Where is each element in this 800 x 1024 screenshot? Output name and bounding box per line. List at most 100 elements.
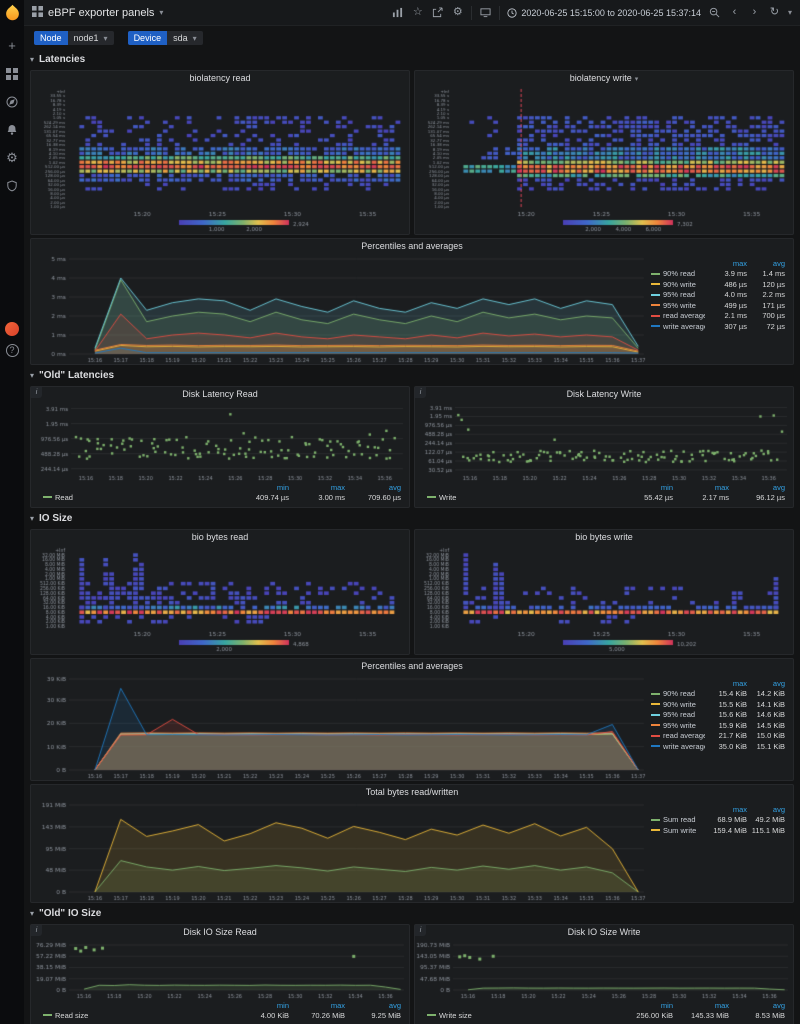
panel-title[interactable]: Disk Latency Write — [415, 387, 793, 402]
legend-item[interactable]: write average35.0 KiB15.1 KiB — [651, 741, 785, 752]
row-collapse-icon: ▾ — [30, 371, 34, 380]
explore-compass-icon[interactable] — [3, 94, 21, 112]
panel-bio-bytes-read: bio bytes read — [30, 529, 410, 655]
create-plus-icon[interactable]: + — [3, 38, 21, 56]
percentiles-latency-chart[interactable] — [31, 254, 649, 364]
server-admin-shield-icon[interactable] — [3, 178, 21, 196]
variable-node: Node node1▾ — [34, 31, 114, 45]
sidebar-bottom: ? — [0, 322, 24, 357]
panel-title[interactable]: Percentiles and averages — [31, 659, 793, 674]
bio-bytes-read-heatmap[interactable] — [31, 545, 409, 653]
legend-item[interactable]: 95% write499 µs171 µs — [651, 300, 785, 311]
help-icon[interactable]: ? — [6, 344, 19, 357]
panel-info-icon[interactable]: i — [415, 925, 426, 936]
disk-latency-write-chart[interactable] — [415, 402, 793, 482]
panel-percentiles-io: Percentiles and averages maxavg90% read1… — [30, 658, 794, 781]
node-value-text: node1 — [74, 33, 99, 43]
legend-item[interactable]: 90% write15.5 KiB14.1 KiB — [651, 699, 785, 710]
legend-item[interactable]: Read size4.00 KiB70.26 MiB9.25 MiB — [43, 1010, 401, 1020]
share-icon[interactable] — [431, 7, 444, 18]
alerting-bell-icon[interactable] — [3, 122, 21, 140]
panel-title[interactable]: Total bytes read/written — [31, 785, 793, 800]
legend-item[interactable]: Read409.74 µs3.00 ms709.60 µs — [43, 492, 401, 502]
legend-item[interactable]: read average21.7 KiB15.0 KiB — [651, 731, 785, 742]
panel-info-icon[interactable]: i — [415, 387, 426, 398]
dashboards-icon[interactable] — [3, 66, 21, 84]
panel-title[interactable]: Percentiles and averages — [31, 239, 793, 254]
biolatency-write-heatmap[interactable] — [415, 86, 793, 233]
total-bytes-chart[interactable] — [31, 800, 649, 902]
panel-info-icon[interactable]: i — [31, 925, 42, 936]
refresh-icon[interactable]: ↻ — [768, 6, 781, 19]
disk-latency-read-chart[interactable] — [31, 402, 409, 482]
legend: minmaxavgRead409.74 µs3.00 ms709.60 µs — [31, 482, 409, 504]
panel-title[interactable]: bio bytes write — [415, 530, 793, 545]
time-range-picker[interactable]: 2020-06-25 15:15:00 to 2020-06-25 15:37:… — [507, 8, 701, 18]
panel-title[interactable]: biolatency read — [31, 71, 409, 86]
time-range-text: 2020-06-25 15:15:00 to 2020-06-25 15:37:… — [521, 8, 701, 18]
legend-item[interactable]: Sum write159.4 MiB115.1 MiB — [651, 825, 785, 836]
add-panel-icon[interactable] — [391, 7, 404, 18]
grafana-logo-icon[interactable] — [4, 4, 21, 21]
panel-title[interactable]: Disk IO Size Read — [31, 925, 409, 940]
legend-item[interactable]: 95% write15.9 KiB14.5 KiB — [651, 720, 785, 731]
disk-io-size-write-chart[interactable] — [415, 940, 793, 1000]
row-old-latencies[interactable]: ▾ "Old" Latencies — [30, 368, 794, 383]
legend-item[interactable]: 95% read4.0 ms2.2 ms — [651, 290, 785, 301]
panel-bio-bytes-write: bio bytes write — [414, 529, 794, 655]
configuration-gear-icon[interactable]: ⚙ — [3, 150, 21, 168]
legend-item[interactable]: Sum read68.9 MiB49.2 MiB — [651, 815, 785, 826]
chevron-left-icon[interactable]: ‹ — [728, 6, 741, 19]
legend-item[interactable]: 90% write486 µs120 µs — [651, 279, 785, 290]
row-old-io-size[interactable]: ▾ "Old" IO Size — [30, 906, 794, 921]
legend-item[interactable]: Write55.42 µs2.17 ms96.12 µs — [427, 492, 785, 502]
biolatency-read-heatmap[interactable] — [31, 86, 409, 233]
legend: maxavgSum read68.9 MiB49.2 MiBSum write1… — [649, 800, 791, 836]
panel-info-icon[interactable]: i — [31, 387, 42, 398]
variable-value-node[interactable]: node1▾ — [68, 31, 114, 45]
row-title: IO Size — [39, 513, 72, 524]
chevron-down-icon[interactable]: ▾ — [159, 8, 163, 17]
panel-title[interactable]: bio bytes read — [31, 530, 409, 545]
row-collapse-icon: ▾ — [30, 514, 34, 523]
settings-gear-icon[interactable]: ⚙ — [451, 6, 464, 19]
refresh-interval-caret-icon[interactable]: ▾ — [788, 8, 792, 17]
sidebar: + ⚙ ? — [0, 0, 24, 1024]
legend-item[interactable]: 90% read3.9 ms1.4 ms — [651, 269, 785, 280]
row-collapse-icon: ▾ — [30, 909, 34, 918]
panel-biolatency-write: biolatency write▾ — [414, 70, 794, 235]
legend-item[interactable]: Write size256.00 KiB145.33 MiB8.53 MiB — [427, 1010, 785, 1020]
user-avatar[interactable] — [5, 322, 19, 336]
legend-item[interactable]: 90% read15.4 KiB14.2 KiB — [651, 689, 785, 700]
cycle-view-monitor-icon[interactable] — [479, 7, 492, 18]
panel-disk-latency-write: i Disk Latency Write minmaxavgWrite55.42… — [414, 386, 794, 508]
row-title: "Old" Latencies — [39, 370, 114, 381]
row-latencies[interactable]: ▾ Latencies — [30, 52, 794, 67]
disk-io-size-read-chart[interactable] — [31, 940, 409, 1000]
row-io-size[interactable]: ▾ IO Size — [30, 511, 794, 526]
panel-title[interactable]: biolatency write▾ — [415, 71, 793, 86]
legend-item[interactable]: read average2.1 ms700 µs — [651, 311, 785, 322]
percentiles-io-chart[interactable] — [31, 674, 649, 780]
legend: minmaxavgWrite size256.00 KiB145.33 MiB8… — [415, 1000, 793, 1022]
dashboard-title[interactable]: eBPF exporter panels — [48, 7, 154, 19]
legend-item[interactable]: write average307 µs72 µs — [651, 321, 785, 332]
legend: minmaxavgRead size4.00 KiB70.26 MiB9.25 … — [31, 1000, 409, 1022]
variable-value-device[interactable]: sda▾ — [167, 31, 203, 45]
legend: maxavg90% read15.4 KiB14.2 KiB90% write1… — [649, 674, 791, 752]
chevron-right-icon[interactable]: › — [748, 6, 761, 19]
panel-disk-io-size-write: i Disk IO Size Write minmaxavgWrite size… — [414, 924, 794, 1024]
chevron-down-icon: ▾ — [193, 34, 197, 43]
panel-title[interactable]: Disk Latency Read — [31, 387, 409, 402]
row-title: "Old" IO Size — [39, 908, 101, 919]
legend-item[interactable]: 95% read15.6 KiB14.6 KiB — [651, 710, 785, 721]
app-root: + ⚙ ? eBPF exporter panels ▾ — [0, 0, 800, 1024]
panel-title[interactable]: Disk IO Size Write — [415, 925, 793, 940]
bio-bytes-write-heatmap[interactable] — [415, 545, 793, 653]
star-icon[interactable]: ☆ — [411, 6, 424, 19]
panel-disk-latency-read: i Disk Latency Read minmaxavgRead409.74 … — [30, 386, 410, 508]
zoom-out-icon[interactable] — [708, 7, 721, 18]
variable-label-device: Device — [128, 31, 168, 45]
panel-menu-caret-icon[interactable]: ▾ — [635, 76, 639, 83]
navbar: eBPF exporter panels ▾ ☆ ⚙ 2020-06-25 15… — [24, 0, 800, 26]
